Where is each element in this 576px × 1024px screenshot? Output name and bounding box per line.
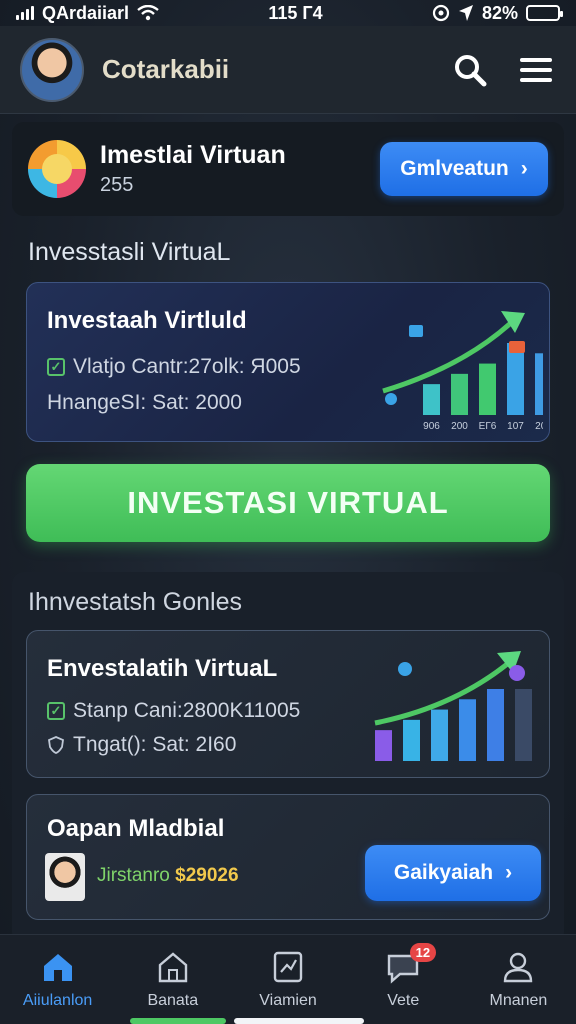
invest-virtual-button[interactable]: INVESTASI VIRTUAL	[26, 464, 550, 542]
home-indicator	[234, 1018, 364, 1024]
card-detail-2: Tngat(): Sat: 2I60	[47, 733, 236, 757]
mentor-info: Jirstanro $29026	[97, 865, 239, 887]
card-title: Envestalatih VirtuaL	[47, 655, 278, 682]
mentor-name: Jirstanro	[97, 865, 170, 886]
menu-icon[interactable]	[516, 50, 556, 90]
chart-bar	[535, 353, 543, 415]
chart-tick-label: 107	[507, 421, 524, 432]
mentor-title: Oapan Mladbial	[47, 815, 225, 842]
app-header: Cotarkabii	[0, 26, 576, 114]
section-heading-1: Invesstasli VirtuaL	[28, 238, 231, 266]
battery-icon	[525, 5, 563, 21]
avatar[interactable]	[20, 37, 84, 102]
chart-bar	[375, 730, 392, 761]
investment-chart-1: 906 200 ЕГ6 107 207	[382, 311, 543, 432]
chart-tick-label: 200	[451, 421, 468, 432]
nav-label: Banata	[147, 991, 199, 1009]
chart-icon	[273, 951, 303, 982]
person-icon	[504, 952, 533, 982]
coin-icon	[385, 393, 397, 405]
chart-tick-label: 906	[423, 421, 440, 432]
nav-item-viamien[interactable]: Viamien	[230, 935, 345, 1024]
mentor-button-label: Gaikyaiah	[393, 861, 494, 884]
nav-item-mnanen[interactable]: Mnanen	[461, 935, 576, 1024]
bag-icon	[509, 665, 525, 681]
promo-count: 255	[100, 174, 134, 196]
card-detail-1-text: Stanp Cani:2800K11005	[73, 699, 301, 722]
camera-icon	[409, 325, 423, 337]
chart-bar	[479, 363, 496, 415]
card-detail-2-text: HnangeSI: Sat: 2000	[47, 391, 242, 414]
promo-logo	[28, 140, 86, 198]
investment-card-1[interactable]: Investaah Virtluld ✓ Vlatjo Cantr:27olk:…	[26, 282, 550, 442]
nav-label: Viamien	[259, 991, 317, 1009]
chart-tick-label: ЕГ6	[479, 421, 497, 432]
wifi-icon	[137, 5, 159, 21]
shield-icon	[48, 736, 64, 754]
chevron-right-icon: ›	[505, 861, 513, 884]
chart-bar	[451, 373, 468, 415]
nav-item-home[interactable]: Aiiulanlon	[0, 935, 115, 1024]
promo-text: Imestlai Virtuan 255	[100, 141, 380, 197]
chart-bar	[459, 699, 476, 761]
nav-item-banata[interactable]: Banata	[115, 935, 230, 1024]
promo-button[interactable]: Gmlveatun ›	[380, 142, 548, 196]
check-icon: ✓	[47, 702, 65, 720]
carrier-label: QArdaiiarl	[42, 2, 130, 23]
battery-percent: 82%	[481, 2, 518, 23]
card-detail-2: HnangeSI: Sat: 2000	[47, 391, 242, 415]
status-right: 82%	[432, 2, 563, 24]
signal-icon	[16, 6, 34, 20]
location-icon	[458, 5, 473, 21]
status-bar: QArdaiiarl 115 Г4 82%	[0, 0, 576, 26]
promo-title: Imestlai Virtuan	[100, 141, 286, 169]
alarm-icon	[432, 4, 450, 22]
promo-card: Imestlai Virtuan 255 Gmlveatun ›	[12, 122, 564, 216]
check-icon: ✓	[47, 358, 65, 376]
chart-bar	[431, 709, 448, 761]
mentor-card[interactable]: Oapan Mladbial Jirstanro $29026 Gaikyaia…	[26, 794, 550, 920]
investment-chart-2	[374, 651, 532, 761]
status-left: QArdaiiarl	[16, 3, 159, 24]
chart-bar	[487, 689, 504, 761]
mentor-amount: $29026	[175, 865, 239, 886]
status-time: 115 Г4	[268, 2, 323, 23]
card-detail-1: ✓ Stanp Cani:2800K11005	[47, 699, 300, 723]
chart-bar	[423, 384, 440, 415]
mentor-avatar	[45, 853, 85, 901]
nav-item-vete[interactable]: 12 Vete	[346, 935, 461, 1024]
nav-label: Aiiulanlon	[22, 991, 93, 1009]
chart-bar	[507, 343, 524, 415]
investment-card-2[interactable]: Envestalatih VirtuaL ✓ Stanp Cani:2800K1…	[26, 630, 550, 778]
camera-icon	[398, 662, 412, 676]
chevron-right-icon: ›	[520, 157, 528, 180]
card-detail-1-text: Vlatjo Cantr:27olk: Я005	[73, 355, 301, 378]
promo-button-label: Gmlveatun	[400, 157, 509, 180]
mentor-button[interactable]: Gaikyaiah ›	[365, 845, 541, 901]
home-indicator-active	[130, 1018, 226, 1024]
bottom-nav: Aiiulanlon Banata Viamien 12 Vete Mnanen	[0, 934, 576, 1024]
search-icon[interactable]	[450, 50, 490, 90]
house-icon	[158, 951, 187, 982]
card-detail-1: ✓ Vlatjo Cantr:27olk: Я005	[47, 355, 301, 379]
nav-label: Vete	[387, 991, 420, 1009]
section-heading-2: Ihnvestatsh Gonles	[28, 588, 243, 616]
chart-bar	[403, 719, 420, 761]
nav-label: Mnanen	[489, 991, 548, 1009]
home-icon	[43, 953, 72, 981]
chart-bar	[515, 689, 532, 761]
card-detail-2-text: Tngat(): Sat: 2I60	[73, 733, 237, 756]
briefcase-icon	[509, 341, 525, 353]
card-title: Investaah Virtluld	[47, 307, 247, 334]
notification-badge: 12	[409, 943, 437, 962]
chart-tick-label: 207	[535, 421, 543, 432]
page-title: Cotarkabii	[102, 54, 230, 84]
